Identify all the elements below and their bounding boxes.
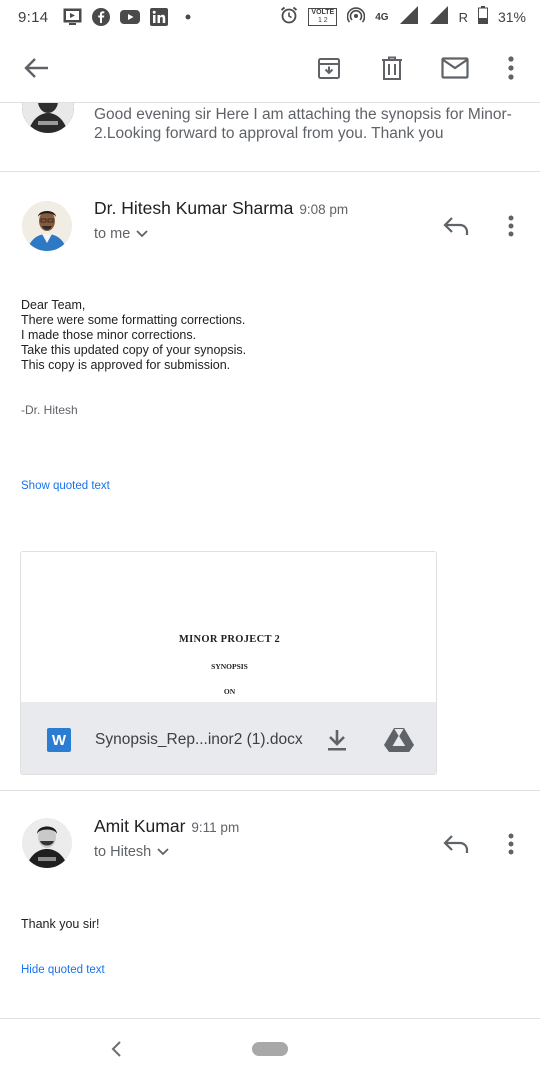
screen-cast-icon — [62, 7, 82, 27]
message-body: Dear Team, There were some formatting co… — [21, 298, 246, 373]
signature: -Dr. Hitesh — [21, 403, 78, 417]
body-line: I made those minor corrections. — [21, 328, 197, 342]
more-vert-icon — [508, 56, 514, 80]
roaming-label: R — [458, 9, 468, 25]
recipient-details-toggle[interactable]: to Hitesh — [94, 844, 169, 860]
message-snippet: Good evening sir Here I am attaching the… — [94, 106, 512, 142]
more-options-button[interactable] — [493, 50, 529, 86]
message-time: 9:08 pm — [299, 202, 349, 217]
status-bar: 9:14 VOLTE 1 2 4G R 31% — [0, 0, 540, 34]
reply-icon — [443, 835, 469, 853]
drive-icon — [384, 728, 414, 752]
volte-sub-label: 1 2 — [317, 17, 328, 24]
back-arrow-icon — [24, 58, 48, 78]
mark-unread-icon — [441, 57, 469, 79]
signal-strength-icon — [399, 5, 419, 29]
download-icon — [328, 730, 346, 751]
status-time: 9:14 — [18, 8, 49, 26]
attachment-preview[interactable]: MINOR PROJECT 2 SYNOPSIS ON — [21, 552, 436, 702]
linkedin-icon — [149, 7, 169, 27]
recipient-label: to me — [94, 226, 131, 242]
back-button[interactable] — [18, 50, 54, 86]
download-attachment-button[interactable] — [323, 726, 351, 754]
show-quoted-text-link[interactable]: Show quoted text — [21, 480, 110, 492]
preview-title: MINOR PROJECT 2 — [178, 634, 281, 645]
attachment-info-bar: W Synopsis_Rep...inor2 (1).docx — [21, 702, 436, 774]
message-header: Amit Kumar 9:11 pm to Hitesh — [0, 816, 540, 886]
reply-icon — [443, 217, 469, 235]
avatar — [22, 201, 72, 251]
battery-icon — [477, 6, 488, 28]
sender-name: Amit Kumar 9:11 pm — [94, 816, 239, 837]
avatar — [22, 103, 74, 133]
more-vert-icon — [508, 833, 514, 855]
preview-line: ON — [223, 687, 236, 696]
collapsed-message[interactable]: Good evening sir Here I am attaching the… — [0, 102, 540, 172]
message-more-button[interactable] — [498, 210, 524, 242]
more-vert-icon — [508, 215, 514, 237]
hide-quoted-text-link[interactable]: Hide quoted text — [21, 964, 105, 976]
save-to-drive-button[interactable] — [383, 726, 415, 754]
notification-dot-icon — [178, 7, 198, 27]
chevron-left-icon — [111, 1041, 121, 1057]
message-divider — [0, 790, 540, 791]
sender-name-text: Dr. Hitesh Kumar Sharma — [94, 198, 294, 218]
message-body: Thank you sir! — [21, 917, 100, 932]
chevron-down-icon — [157, 848, 169, 856]
archive-button[interactable] — [311, 50, 347, 86]
youtube-icon — [120, 7, 141, 27]
message-more-button[interactable] — [498, 828, 524, 860]
word-doc-icon: W — [47, 728, 71, 752]
battery-percentage: 31% — [497, 9, 526, 25]
nav-home-pill[interactable] — [252, 1042, 288, 1056]
body-line: Dear Team, — [21, 298, 86, 312]
body-line: Thank you sir! — [21, 917, 100, 931]
nav-back-button[interactable] — [104, 1037, 128, 1061]
attachment-file-name: Synopsis_Rep...inor2 (1).docx — [95, 731, 303, 748]
volte-label: VOLTE — [311, 9, 335, 16]
mark-unread-button[interactable] — [437, 50, 473, 86]
preview-line: SYNOPSIS — [211, 662, 248, 671]
facebook-icon — [91, 7, 111, 27]
recipient-details-toggle[interactable]: to me — [94, 226, 148, 242]
message-header: Dr. Hitesh Kumar Sharma 9:08 pm to me — [0, 198, 540, 268]
delete-icon — [382, 56, 402, 80]
signal-strength-2-icon — [429, 5, 449, 29]
body-line: This copy is approved for submission. — [21, 358, 231, 372]
attachment-card[interactable]: MINOR PROJECT 2 SYNOPSIS ON W Synopsis_R… — [20, 551, 437, 775]
reply-button[interactable] — [440, 828, 472, 860]
chevron-down-icon — [136, 230, 148, 238]
sender-name: Dr. Hitesh Kumar Sharma 9:08 pm — [94, 198, 348, 219]
body-line: There were some formatting corrections. — [21, 313, 246, 327]
avatar — [22, 818, 72, 868]
message-time: 9:11 pm — [191, 820, 240, 835]
toolbar — [0, 34, 540, 102]
sender-name-text: Amit Kumar — [94, 816, 186, 836]
reply-button[interactable] — [440, 210, 472, 242]
delete-button[interactable] — [374, 50, 410, 86]
system-navigation-bar — [0, 1018, 540, 1080]
volte-icon: VOLTE 1 2 — [308, 8, 338, 26]
network-type-label: 4G — [375, 11, 389, 23]
alarm-icon — [280, 6, 298, 28]
body-line: Take this updated copy of your synopsis. — [21, 343, 247, 357]
recipient-label: to Hitesh — [94, 844, 152, 860]
archive-icon — [318, 58, 340, 79]
hotspot-icon — [347, 6, 366, 28]
